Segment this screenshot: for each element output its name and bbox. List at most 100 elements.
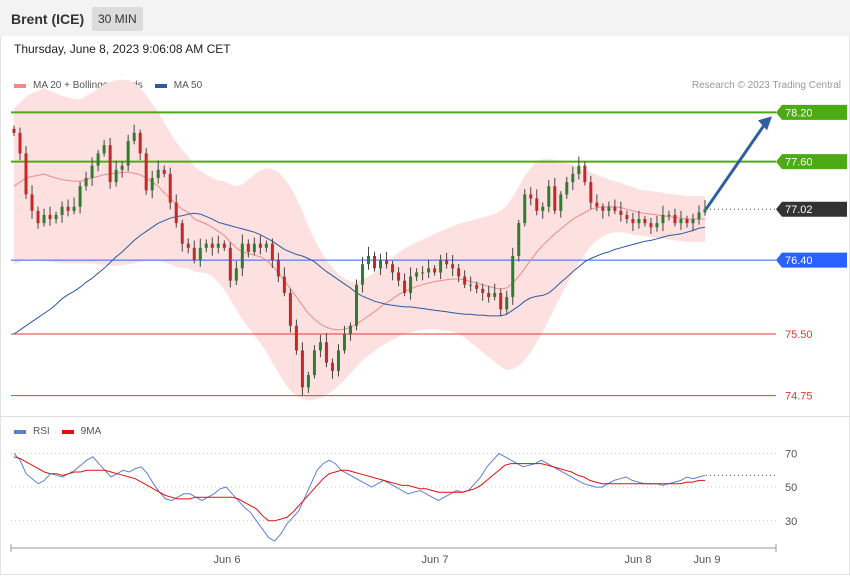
level-label-74.75: 74.75 [785,391,813,403]
candle-body [156,169,160,178]
candle-body [150,178,154,191]
candle-body [409,276,413,293]
candle-body [667,214,671,216]
projection-arrow [704,124,766,211]
x-tick-label: Jun 8 [625,554,652,566]
candle-body [180,223,184,244]
candle-body [379,260,383,269]
candle-body [661,214,665,224]
candle-body [463,276,467,285]
candle-body [415,272,419,277]
candle-body [619,210,623,215]
candle-body [54,214,58,220]
candle-body [475,284,479,289]
candle-body [270,243,274,261]
candle-body [24,153,28,195]
candle-body [234,268,238,281]
rsi-tick-label-30: 30 [785,516,797,528]
candle-body [601,206,605,211]
candle-body [535,198,539,211]
candle-body [649,223,653,228]
candle-body [631,219,635,224]
x-tick-label: Jun 6 [214,554,241,566]
candle-body [655,223,659,228]
candle-body [228,247,232,281]
candle-body [246,243,250,252]
projection-arrow-head [758,116,772,131]
candle-body [324,342,328,363]
bollinger-band-area [14,79,705,401]
candle-body [144,153,148,191]
candle-body [547,186,551,207]
candle-body [78,186,82,207]
candle-body [336,350,340,371]
candle-body [439,260,443,273]
candle-body [42,214,46,224]
candle-body [643,219,647,224]
candle-body [186,243,190,248]
candle-body [367,256,371,265]
candle-body [114,169,118,183]
candle-body [613,206,617,211]
candle-body [583,165,587,183]
candle-body [348,325,352,334]
candle-body [36,210,40,224]
candle-body [673,214,677,224]
candle-body [589,182,593,203]
candle-body [433,268,437,273]
rsi-tick-label-50: 50 [785,482,797,494]
candle-body [312,350,316,376]
candle-body [192,247,196,261]
candle-body [421,272,425,274]
candle-body [60,206,64,215]
price-chart-svg: 78.20 77.60 77.02 76.40 75.50 74.75 70 50 30 Jun … [10,79,847,566]
candle-body [385,260,389,265]
candle-body [457,268,461,277]
candle-body [294,325,298,351]
candle-body [12,128,16,133]
x-tick-label: Jun 9 [694,554,721,566]
level-label-75.50: 75.50 [785,329,813,341]
x-tick-label: Jun 7 [422,554,449,566]
candle-body [210,243,214,248]
candle-body [607,206,611,211]
rsi-series-rsi [13,452,706,542]
candle-body [288,292,292,326]
candle-body [541,206,545,211]
candle-body [373,256,377,269]
candle-body [565,182,569,195]
candle-body [487,292,491,298]
candle-body [18,132,22,154]
level-label-78.20: 78.20 [785,107,813,119]
candle-body [306,375,310,388]
candle-body [108,145,112,183]
candle-body [240,243,244,269]
candle-body [282,276,286,293]
candle-body [84,178,88,187]
candle-body [216,243,220,248]
candle-body [138,132,142,154]
candle-body [90,165,94,178]
candle-body [499,292,503,310]
candle-body [132,132,136,142]
candle-body [637,219,641,224]
candle-body [276,260,280,277]
candle-body [445,260,449,265]
level-label-76.40: 76.40 [785,255,813,267]
candle-body [469,284,473,286]
rsi-tick-label-70: 70 [785,448,797,460]
candle-body [451,264,455,269]
candle-body [571,173,575,183]
candle-body [354,284,358,326]
candle-body [691,219,695,224]
candle-body [361,264,365,285]
candle-body [517,223,521,256]
candle-body [679,219,683,224]
candle-body [493,292,497,298]
candle-body [48,214,52,220]
candle-body [553,186,557,211]
candle-body [595,202,599,207]
candle-body [697,212,701,220]
candle-body [330,362,334,371]
candle-body [511,256,515,298]
